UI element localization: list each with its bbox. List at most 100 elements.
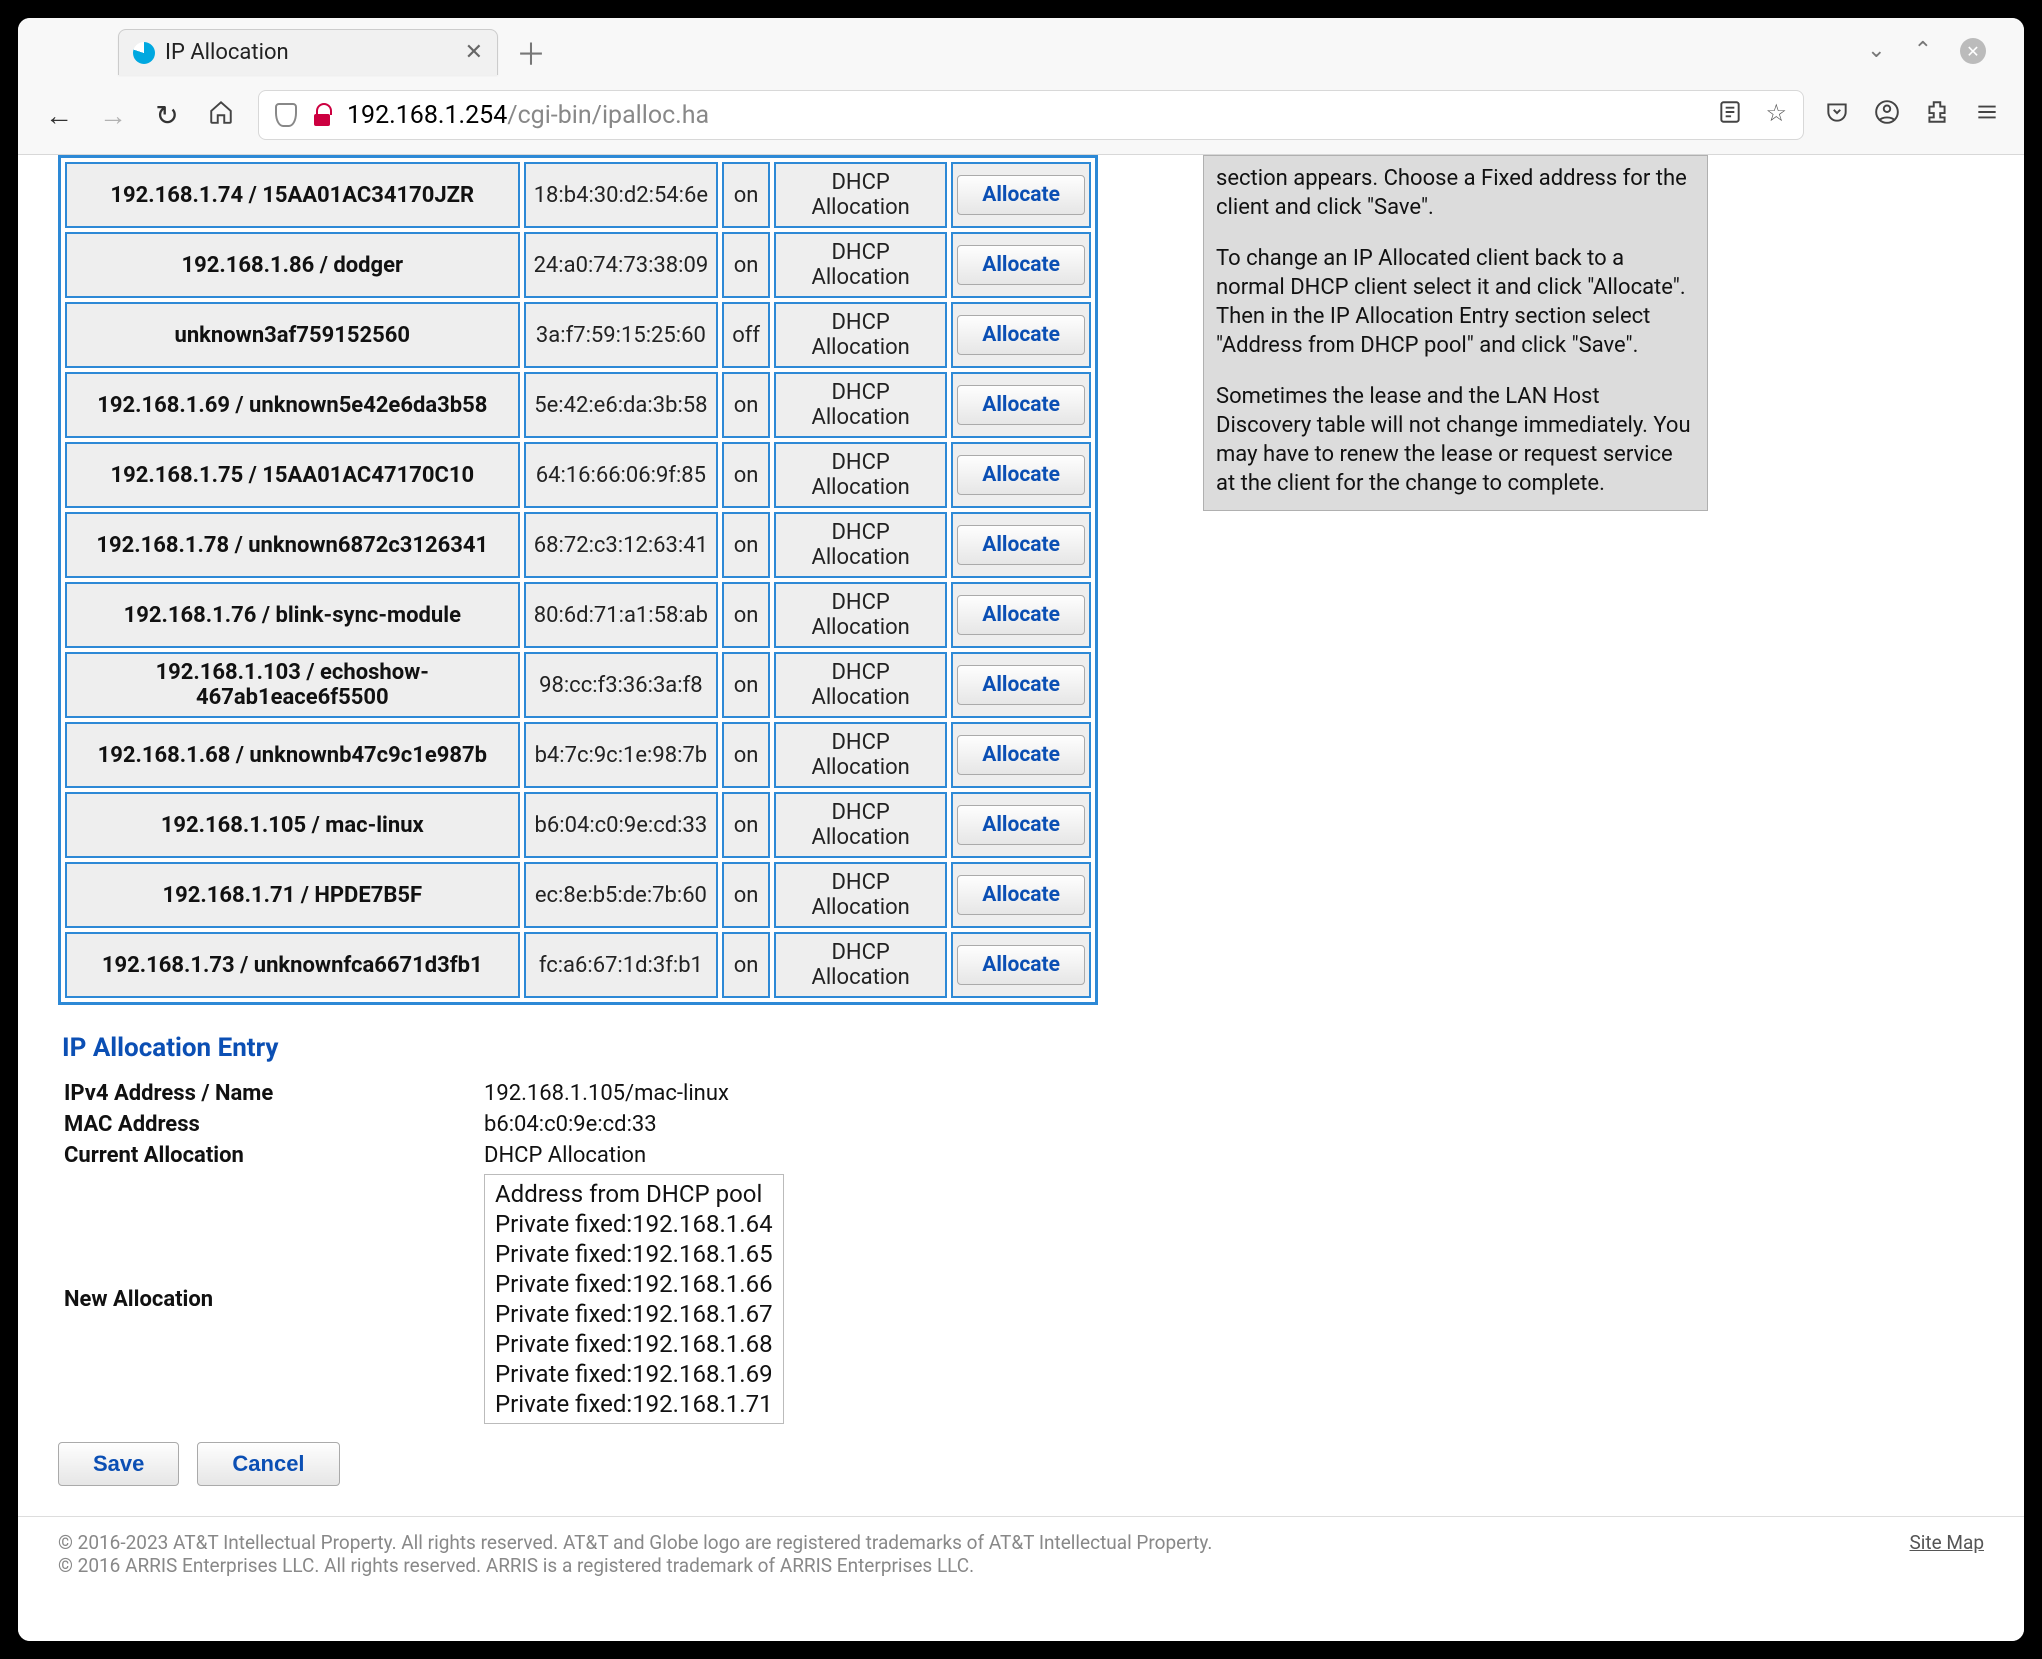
device-name-cell: 192.168.1.75 / 15AA01AC47170C10 [65, 442, 520, 508]
mac-cell: 98:cc:f3:36:3a:f8 [524, 652, 719, 718]
extensions-icon[interactable] [1924, 99, 1950, 132]
account-icon[interactable] [1874, 99, 1900, 132]
select-option[interactable]: Private fixed:192.168.1.67 [495, 1299, 773, 1329]
status-cell: on [722, 932, 770, 998]
allocate-button[interactable]: Allocate [957, 665, 1085, 705]
help-text: Sometimes the lease and the LAN Host Dis… [1216, 382, 1695, 498]
window-chevron-up-icon[interactable]: ⌃ [1914, 38, 1932, 64]
select-option[interactable]: Address from DHCP pool [495, 1179, 773, 1209]
current-alloc-value: DHCP Allocation [484, 1143, 646, 1168]
device-name-cell: 192.168.1.73 / unknownfca6671d3fb1 [65, 932, 520, 998]
select-option[interactable]: Private fixed:192.168.1.68 [495, 1329, 773, 1359]
allocation-type-cell: DHCP Allocation [774, 652, 947, 718]
menu-icon[interactable] [1974, 99, 2000, 132]
status-cell: on [722, 372, 770, 438]
page-footer: © 2016-2023 AT&T Intellectual Property. … [18, 1516, 2024, 1601]
home-button[interactable] [204, 99, 238, 132]
globe-icon [133, 42, 155, 64]
action-cell: Allocate [951, 932, 1091, 998]
current-alloc-label: Current Allocation [64, 1143, 484, 1168]
action-cell: Allocate [951, 652, 1091, 718]
action-cell: Allocate [951, 512, 1091, 578]
mac-cell: ec:8e:b5:de:7b:60 [524, 862, 719, 928]
bookmark-star-icon[interactable]: ☆ [1765, 99, 1787, 131]
action-cell: Allocate [951, 442, 1091, 508]
status-cell: on [722, 512, 770, 578]
mac-cell: 24:a0:74:73:38:09 [524, 232, 719, 298]
mac-cell: 68:72:c3:12:63:41 [524, 512, 719, 578]
cancel-button[interactable]: Cancel [197, 1442, 339, 1486]
allocate-button[interactable]: Allocate [957, 735, 1085, 775]
status-cell: on [722, 792, 770, 858]
table-row: 192.168.1.76 / blink-sync-module80:6d:71… [65, 582, 1091, 648]
shield-icon[interactable] [275, 103, 297, 127]
action-cell: Allocate [951, 302, 1091, 368]
allocate-button[interactable]: Allocate [957, 525, 1085, 565]
status-cell: on [722, 162, 770, 228]
copyright-line: © 2016-2023 AT&T Intellectual Property. … [58, 1531, 1212, 1554]
allocation-type-cell: DHCP Allocation [774, 372, 947, 438]
allocate-button[interactable]: Allocate [957, 805, 1085, 845]
allocate-button[interactable]: Allocate [957, 455, 1085, 495]
allocate-button[interactable]: Allocate [957, 175, 1085, 215]
allocate-button[interactable]: Allocate [957, 315, 1085, 355]
save-button[interactable]: Save [58, 1442, 179, 1486]
device-name-cell: 192.168.1.76 / blink-sync-module [65, 582, 520, 648]
device-name-cell: 192.168.1.103 / echoshow-467ab1eace6f550… [65, 652, 520, 718]
device-name-cell: 192.168.1.71 / HPDE7B5F [65, 862, 520, 928]
forward-button: → [96, 99, 130, 132]
select-option[interactable]: Private fixed:192.168.1.66 [495, 1269, 773, 1299]
insecure-lock-icon[interactable] [311, 104, 333, 126]
mac-cell: 5e:42:e6:da:3b:58 [524, 372, 719, 438]
table-row: 192.168.1.78 / unknown6872c312634168:72:… [65, 512, 1091, 578]
reader-mode-icon[interactable] [1717, 99, 1743, 131]
status-cell: on [722, 442, 770, 508]
allocate-button[interactable]: Allocate [957, 595, 1085, 635]
allocation-type-cell: DHCP Allocation [774, 582, 947, 648]
mac-cell: fc:a6:67:1d:3f:b1 [524, 932, 719, 998]
allocate-button[interactable]: Allocate [957, 245, 1085, 285]
action-cell: Allocate [951, 582, 1091, 648]
browser-tab[interactable]: IP Allocation ✕ [118, 29, 498, 75]
tab-title: IP Allocation [165, 40, 455, 65]
select-option[interactable]: Private fixed:192.168.1.64 [495, 1209, 773, 1239]
status-cell: on [722, 862, 770, 928]
device-name-cell: 192.168.1.69 / unknown5e42e6da3b58 [65, 372, 520, 438]
pocket-icon[interactable] [1824, 99, 1850, 132]
status-cell: on [722, 582, 770, 648]
site-map-link[interactable]: Site Map [1910, 1531, 1985, 1554]
mac-value: b6:04:c0:9e:cd:33 [484, 1112, 657, 1137]
allocation-type-cell: DHCP Allocation [774, 512, 947, 578]
mac-cell: 3a:f7:59:15:25:60 [524, 302, 719, 368]
device-name-cell: 192.168.1.74 / 15AA01AC34170JZR [65, 162, 520, 228]
ipv4-value: 192.168.1.105/mac-linux [484, 1081, 729, 1106]
select-option[interactable]: Private fixed:192.168.1.71 [495, 1389, 773, 1419]
new-tab-button[interactable]: ＋ [506, 30, 556, 74]
action-cell: Allocate [951, 792, 1091, 858]
mac-cell: 64:16:66:06:9f:85 [524, 442, 719, 508]
window-close-icon[interactable]: ✕ [1960, 38, 1986, 64]
allocate-button[interactable]: Allocate [957, 945, 1085, 985]
close-tab-icon[interactable]: ✕ [465, 40, 483, 65]
table-row: 192.168.1.74 / 15AA01AC34170JZR18:b4:30:… [65, 162, 1091, 228]
allocation-type-cell: DHCP Allocation [774, 302, 947, 368]
status-cell: on [722, 652, 770, 718]
allocation-type-cell: DHCP Allocation [774, 232, 947, 298]
table-row: 192.168.1.68 / unknownb47c9c1e987bb4:7c:… [65, 722, 1091, 788]
window-chevron-down-icon[interactable]: ⌄ [1867, 38, 1885, 64]
address-bar[interactable]: 192.168.1.254/cgi-bin/ipalloc.ha ☆ [258, 90, 1804, 140]
allocate-button[interactable]: Allocate [957, 875, 1085, 915]
new-allocation-select[interactable]: Address from DHCP poolPrivate fixed:192.… [484, 1174, 784, 1424]
select-option[interactable]: Private fixed:192.168.1.65 [495, 1239, 773, 1269]
allocation-type-cell: DHCP Allocation [774, 932, 947, 998]
table-row: unknown3af7591525603a:f7:59:15:25:60offD… [65, 302, 1091, 368]
action-cell: Allocate [951, 862, 1091, 928]
select-option[interactable]: Private fixed:192.168.1.69 [495, 1359, 773, 1389]
table-row: 192.168.1.73 / unknownfca6671d3fb1fc:a6:… [65, 932, 1091, 998]
table-row: 192.168.1.105 / mac-linuxb6:04:c0:9e:cd:… [65, 792, 1091, 858]
reload-button[interactable]: ↻ [150, 99, 184, 132]
device-name-cell: 192.168.1.86 / dodger [65, 232, 520, 298]
table-row: 192.168.1.103 / echoshow-467ab1eace6f550… [65, 652, 1091, 718]
allocate-button[interactable]: Allocate [957, 385, 1085, 425]
back-button[interactable]: ← [42, 99, 76, 132]
